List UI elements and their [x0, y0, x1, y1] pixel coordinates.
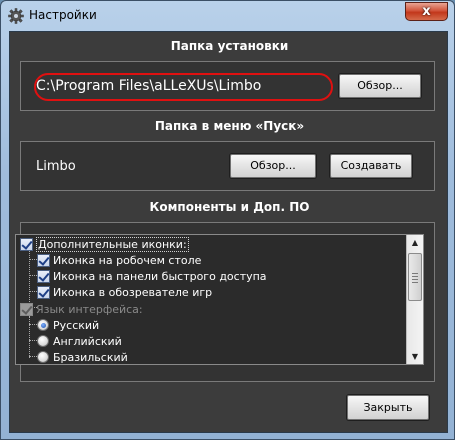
list-item-label: Русский [53, 318, 100, 332]
start-menu-browse-button[interactable]: Обзор... [230, 154, 316, 178]
list-item[interactable]: Бразильский [37, 349, 128, 365]
thumb-grip [412, 273, 418, 274]
checkbox-checked-icon[interactable] [37, 285, 50, 299]
list-item[interactable]: Иконка в обозревателе игр [37, 284, 212, 300]
checkbox-disabled-icon [20, 302, 33, 316]
list-item[interactable]: Английский [37, 333, 122, 349]
scroll-up-arrow-icon[interactable]: ▲ [407, 235, 423, 250]
title-bar[interactable]: Настройки x [1, 1, 454, 31]
start-menu-folder-text[interactable]: Limbo [36, 159, 76, 174]
list-item[interactable]: Русский [37, 317, 99, 333]
start-menu-section-title: Папка в меню «Пуск» [154, 119, 305, 133]
list-item-label: Иконка в обозревателе игр [53, 285, 213, 299]
list-item-label: Язык интерфейса: [36, 302, 143, 316]
tree-line [29, 291, 37, 292]
radio-unchecked-icon[interactable] [37, 351, 49, 363]
list-scrollbar[interactable]: ▲ ▼ [406, 235, 423, 364]
list-item[interactable]: Иконка на панели быстрого доступа [37, 268, 267, 284]
close-dialog-button[interactable]: Закрыть [347, 395, 429, 420]
checkbox-checked-icon[interactable] [37, 253, 50, 267]
scroll-down-arrow-icon[interactable]: ▼ [407, 349, 423, 364]
install-folder-box: C:\Program Files\aLLeXUs\Limbo Обзор... [20, 61, 435, 111]
list-item[interactable]: Дополнительные иконки: [20, 236, 189, 252]
tree-line [29, 316, 30, 358]
scrollbar-thumb[interactable] [408, 253, 422, 301]
list-item-label: Иконка на робочем столе [53, 253, 202, 267]
tree-line [29, 259, 37, 260]
settings-window: Настройки x Папка установки C:\Program F… [0, 0, 455, 440]
client-area: Папка установки C:\Program Files\aLLeXUs… [9, 31, 448, 433]
tree-line [29, 340, 37, 341]
create-shortcut-button[interactable]: Создавать [330, 154, 412, 178]
thumb-grip [412, 282, 418, 283]
radio-checked-icon[interactable] [37, 319, 49, 331]
gear-icon [8, 8, 24, 24]
install-browse-button[interactable]: Обзор... [339, 74, 421, 98]
install-section-title: Папка установки [170, 39, 289, 53]
window-close-button[interactable]: x [405, 2, 448, 21]
list-item-label: Иконка на панели быстрого доступа [53, 269, 267, 283]
list-item-disabled: Язык интерфейса: [20, 301, 143, 317]
thumb-grip [412, 279, 418, 280]
tree-line [29, 275, 37, 276]
window-title: Настройки [29, 8, 97, 22]
components-section-title: Компоненты и Доп. ПО [149, 200, 310, 214]
checkbox-checked-icon[interactable] [20, 237, 33, 251]
tree-line [29, 356, 37, 357]
close-icon: x [422, 4, 431, 19]
list-item[interactable]: Иконка на робочем столе [37, 252, 201, 268]
list-item-label: Дополнительные иконки: [36, 236, 189, 252]
list-item-label: Английский [53, 334, 122, 348]
components-list[interactable]: Дополнительные иконки: Иконка на робочем… [15, 234, 424, 365]
thumb-grip [412, 276, 418, 277]
radio-unchecked-icon[interactable] [37, 335, 49, 347]
start-menu-box: Limbo Обзор... Создавать [20, 141, 435, 191]
install-path-text[interactable]: C:\Program Files\aLLeXUs\Limbo [36, 78, 261, 94]
checkbox-checked-icon[interactable] [37, 269, 50, 283]
list-item-label: Бразильский [53, 350, 128, 364]
tree-line [29, 324, 37, 325]
